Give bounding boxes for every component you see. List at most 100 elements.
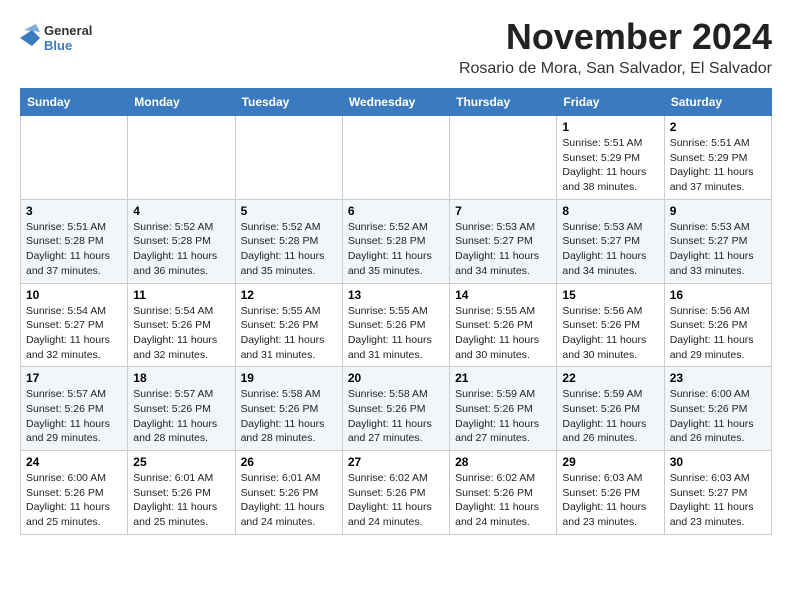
day-number: 23	[670, 371, 766, 385]
calendar-table: SundayMondayTuesdayWednesdayThursdayFrid…	[20, 88, 772, 535]
day-number: 17	[26, 371, 122, 385]
day-cell	[21, 116, 128, 200]
day-cell: 28 Sunrise: 6:02 AMSunset: 5:26 PMDayligh…	[450, 451, 557, 535]
day-info: Sunrise: 6:02 AMSunset: 5:26 PMDaylight:…	[455, 471, 551, 530]
day-cell: 25 Sunrise: 6:01 AMSunset: 5:26 PMDayligh…	[128, 451, 235, 535]
day-cell: 12Sunrise: 5:55 AMSunset: 5:26 PMDayligh…	[235, 283, 342, 367]
day-info: Sunrise: 5:51 AMSunset: 5:29 PMDaylight:…	[670, 136, 766, 195]
day-info: Sunrise: 5:53 AMSunset: 5:27 PMDaylight:…	[670, 220, 766, 279]
day-cell: 16 Sunrise: 5:56 AMSunset: 5:26 PMDayligh…	[664, 283, 771, 367]
day-cell: 19 Sunrise: 5:58 AMSunset: 5:26 PMDayligh…	[235, 367, 342, 451]
day-number: 25	[133, 455, 229, 469]
weekday-header-row: SundayMondayTuesdayWednesdayThursdayFrid…	[21, 89, 772, 116]
day-cell: 7 Sunrise: 5:53 AMSunset: 5:27 PMDaylight…	[450, 199, 557, 283]
day-info: Sunrise: 5:54 AMSunset: 5:27 PMDaylight:…	[26, 304, 122, 363]
day-number: 20	[348, 371, 444, 385]
day-number: 16	[670, 288, 766, 302]
day-cell: 3 Sunrise: 5:51 AMSunset: 5:28 PMDaylight…	[21, 199, 128, 283]
day-cell: 11Sunrise: 5:54 AMSunset: 5:26 PMDayligh…	[128, 283, 235, 367]
day-info: Sunrise: 5:57 AMSunset: 5:26 PMDaylight:…	[133, 387, 229, 446]
day-info: Sunrise: 5:53 AMSunset: 5:27 PMDaylight:…	[562, 220, 658, 279]
logo-text: General Blue	[44, 23, 92, 53]
day-info: Sunrise: 6:03 AMSunset: 5:26 PMDaylight:…	[562, 471, 658, 530]
day-info: Sunrise: 5:58 AMSunset: 5:26 PMDaylight:…	[241, 387, 337, 446]
day-number: 28	[455, 455, 551, 469]
day-number: 22	[562, 371, 658, 385]
location: Rosario de Mora, San Salvador, El Salvad…	[459, 60, 772, 78]
day-number: 9	[670, 204, 766, 218]
weekday-header-thursday: Thursday	[450, 89, 557, 116]
day-number: 19	[241, 371, 337, 385]
day-info: Sunrise: 5:51 AMSunset: 5:28 PMDaylight:…	[26, 220, 122, 279]
day-cell: 9 Sunrise: 5:53 AMSunset: 5:27 PMDaylight…	[664, 199, 771, 283]
day-number: 10	[26, 288, 122, 302]
day-number: 30	[670, 455, 766, 469]
day-info: Sunrise: 6:01 AMSunset: 5:26 PMDaylight:…	[241, 471, 337, 530]
header: General Blue November 2024 Rosario de Mo…	[20, 16, 772, 78]
day-info: Sunrise: 5:53 AMSunset: 5:27 PMDaylight:…	[455, 220, 551, 279]
day-number: 27	[348, 455, 444, 469]
day-cell: 30 Sunrise: 6:03 AMSunset: 5:27 PMDayligh…	[664, 451, 771, 535]
logo-container: General Blue	[20, 20, 92, 56]
day-cell: 20 Sunrise: 5:58 AMSunset: 5:26 PMDayligh…	[342, 367, 449, 451]
day-number: 3	[26, 204, 122, 218]
logo-bird-icon	[20, 20, 40, 56]
day-number: 2	[670, 120, 766, 134]
day-number: 1	[562, 120, 658, 134]
day-number: 8	[562, 204, 658, 218]
week-row-2: 3 Sunrise: 5:51 AMSunset: 5:28 PMDaylight…	[21, 199, 772, 283]
day-cell: 27 Sunrise: 6:02 AMSunset: 5:26 PMDayligh…	[342, 451, 449, 535]
day-cell: 26Sunrise: 6:01 AMSunset: 5:26 PMDayligh…	[235, 451, 342, 535]
day-info: Sunrise: 5:56 AMSunset: 5:26 PMDaylight:…	[670, 304, 766, 363]
day-number: 24	[26, 455, 122, 469]
day-info: Sunrise: 6:01 AMSunset: 5:26 PMDaylight:…	[133, 471, 229, 530]
logo: General Blue	[20, 20, 92, 56]
day-cell: 18Sunrise: 5:57 AMSunset: 5:26 PMDayligh…	[128, 367, 235, 451]
day-info: Sunrise: 5:55 AMSunset: 5:26 PMDaylight:…	[455, 304, 551, 363]
day-cell: 15Sunrise: 5:56 AMSunset: 5:26 PMDayligh…	[557, 283, 664, 367]
weekday-header-wednesday: Wednesday	[342, 89, 449, 116]
day-cell: 17 Sunrise: 5:57 AMSunset: 5:26 PMDayligh…	[21, 367, 128, 451]
title-area: November 2024 Rosario de Mora, San Salva…	[459, 16, 772, 78]
day-cell: 21Sunrise: 5:59 AMSunset: 5:26 PMDayligh…	[450, 367, 557, 451]
week-row-3: 10 Sunrise: 5:54 AMSunset: 5:27 PMDayligh…	[21, 283, 772, 367]
day-number: 29	[562, 455, 658, 469]
day-cell: 4Sunrise: 5:52 AMSunset: 5:28 PMDaylight…	[128, 199, 235, 283]
day-number: 7	[455, 204, 551, 218]
day-cell: 5 Sunrise: 5:52 AMSunset: 5:28 PMDaylight…	[235, 199, 342, 283]
day-number: 13	[348, 288, 444, 302]
day-cell: 2 Sunrise: 5:51 AMSunset: 5:29 PMDaylight…	[664, 116, 771, 200]
day-info: Sunrise: 6:00 AMSunset: 5:26 PMDaylight:…	[26, 471, 122, 530]
week-row-5: 24 Sunrise: 6:00 AMSunset: 5:26 PMDayligh…	[21, 451, 772, 535]
day-cell	[450, 116, 557, 200]
week-row-1: 1 Sunrise: 5:51 AMSunset: 5:29 PMDaylight…	[21, 116, 772, 200]
day-cell: 6 Sunrise: 5:52 AMSunset: 5:28 PMDaylight…	[342, 199, 449, 283]
weekday-header-saturday: Saturday	[664, 89, 771, 116]
day-cell: 29 Sunrise: 6:03 AMSunset: 5:26 PMDayligh…	[557, 451, 664, 535]
day-info: Sunrise: 6:03 AMSunset: 5:27 PMDaylight:…	[670, 471, 766, 530]
day-number: 12	[241, 288, 337, 302]
day-cell: 14Sunrise: 5:55 AMSunset: 5:26 PMDayligh…	[450, 283, 557, 367]
day-cell: 10 Sunrise: 5:54 AMSunset: 5:27 PMDayligh…	[21, 283, 128, 367]
day-cell: 8 Sunrise: 5:53 AMSunset: 5:27 PMDaylight…	[557, 199, 664, 283]
day-cell	[342, 116, 449, 200]
day-number: 11	[133, 288, 229, 302]
day-info: Sunrise: 5:57 AMSunset: 5:26 PMDaylight:…	[26, 387, 122, 446]
day-info: Sunrise: 5:58 AMSunset: 5:26 PMDaylight:…	[348, 387, 444, 446]
day-info: Sunrise: 5:52 AMSunset: 5:28 PMDaylight:…	[348, 220, 444, 279]
day-info: Sunrise: 5:52 AMSunset: 5:28 PMDaylight:…	[241, 220, 337, 279]
day-cell: 13 Sunrise: 5:55 AMSunset: 5:26 PMDayligh…	[342, 283, 449, 367]
day-cell	[235, 116, 342, 200]
weekday-header-friday: Friday	[557, 89, 664, 116]
day-info: Sunrise: 5:51 AMSunset: 5:29 PMDaylight:…	[562, 136, 658, 195]
month-title: November 2024	[459, 16, 772, 58]
day-info: Sunrise: 6:00 AMSunset: 5:26 PMDaylight:…	[670, 387, 766, 446]
day-number: 5	[241, 204, 337, 218]
day-info: Sunrise: 6:02 AMSunset: 5:26 PMDaylight:…	[348, 471, 444, 530]
day-info: Sunrise: 5:55 AMSunset: 5:26 PMDaylight:…	[348, 304, 444, 363]
day-cell: 24 Sunrise: 6:00 AMSunset: 5:26 PMDayligh…	[21, 451, 128, 535]
day-cell: 22 Sunrise: 5:59 AMSunset: 5:26 PMDayligh…	[557, 367, 664, 451]
day-number: 15	[562, 288, 658, 302]
day-info: Sunrise: 5:59 AMSunset: 5:26 PMDaylight:…	[562, 387, 658, 446]
day-number: 6	[348, 204, 444, 218]
